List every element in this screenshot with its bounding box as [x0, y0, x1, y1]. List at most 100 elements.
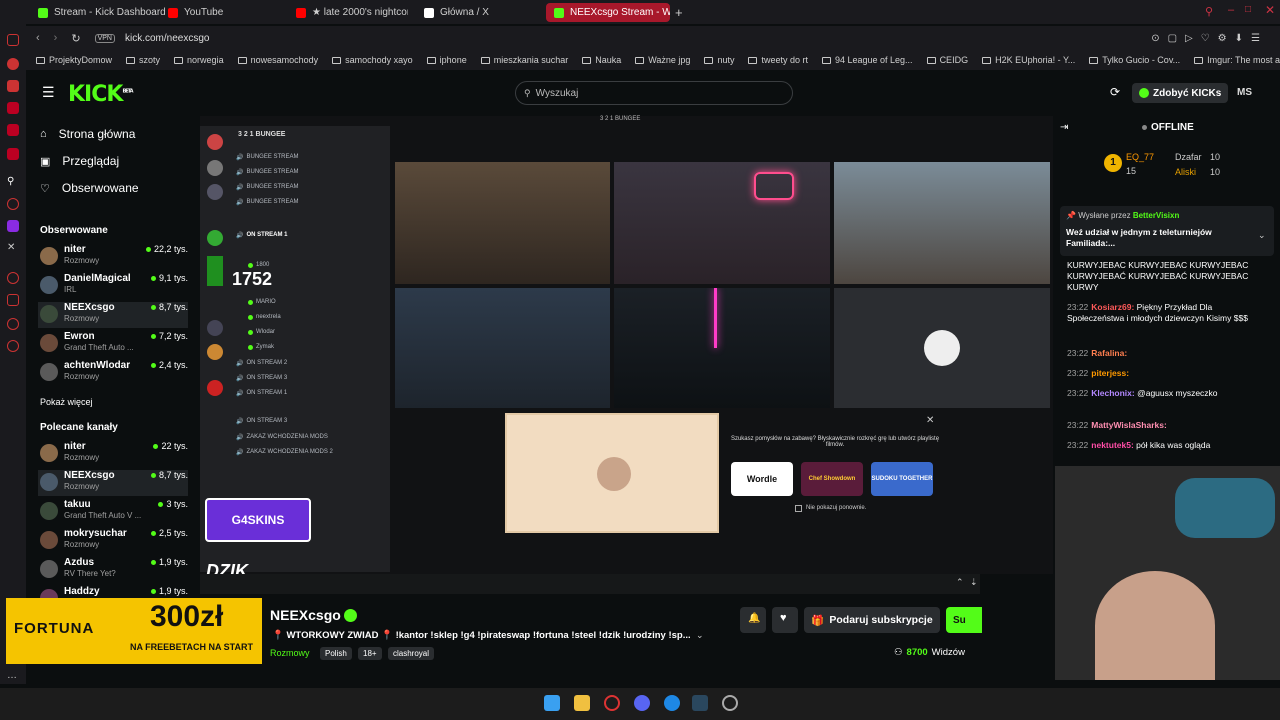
channel-item[interactable]: Azdus RV There Yet? 1,9 tys.	[38, 557, 188, 583]
rail-instagram-icon[interactable]	[7, 102, 19, 114]
rail-wallet-icon[interactable]	[7, 318, 19, 330]
channel-item[interactable]: takuu Grand Theft Auto V ... 3 tys.	[38, 499, 188, 525]
game-wordle[interactable]: Wordle	[731, 462, 793, 496]
close-icon[interactable]: ✕	[1265, 3, 1275, 17]
rail-aria-icon[interactable]	[7, 58, 19, 70]
channel-item[interactable]: DanielMagical IRL 9,1 tys.	[38, 273, 188, 299]
discord-icon[interactable]	[634, 695, 650, 711]
popup-close-icon[interactable]: ✕	[926, 415, 934, 426]
chat-username[interactable]: Rafalina:	[1091, 348, 1127, 358]
bookmark-item[interactable]: iphone	[426, 55, 467, 65]
bookmark-item[interactable]: Imgur: The most a...	[1194, 55, 1280, 65]
rail-messenger-icon[interactable]	[7, 80, 19, 92]
bookmark-item[interactable]: ProjektyDomow	[36, 55, 112, 65]
tab-youtube[interactable]: YouTube	[160, 3, 280, 22]
collapse-icon[interactable]: ⌃	[956, 577, 964, 588]
game-sudoku[interactable]: SUDOKU TOGETHER	[871, 462, 933, 496]
steam-icon[interactable]	[692, 695, 708, 711]
bookmark-item[interactable]: Nauka	[582, 55, 621, 65]
channel-item[interactable]: achtenWlodar Rozmowy 2,4 tys.	[38, 360, 188, 386]
tag-clashroyal[interactable]: clashroyal	[388, 647, 435, 660]
game-chef-showdown[interactable]: Chef Showdown	[801, 462, 863, 496]
rail-app-icon[interactable]	[7, 148, 19, 160]
streamer-name[interactable]: NEEXcsgo	[270, 607, 341, 623]
expand-title-icon[interactable]: ⌄	[696, 630, 704, 641]
rail-whatsapp-icon[interactable]	[7, 124, 19, 136]
nav-following[interactable]: ♡ Obserwowane	[40, 181, 139, 195]
nav-browse[interactable]: ▣ Przeglądaj	[40, 154, 119, 168]
notification-bell-button[interactable]: 🔔	[740, 607, 766, 633]
bookmark-item[interactable]: Tylko Gucio - Cov...	[1089, 55, 1180, 65]
expand-pinned-icon[interactable]: ⌄	[1258, 230, 1266, 241]
nav-home[interactable]: ⌂ Strona główna	[40, 127, 135, 141]
tag-polish[interactable]: Polish	[320, 647, 352, 660]
tab-neexcsgo[interactable]: NEEXcsgo Stream - W	[546, 3, 670, 22]
url-field[interactable]: kick.com/neexcsgo	[125, 33, 209, 44]
vpn-badge[interactable]: VPN	[94, 33, 115, 43]
user-avatar[interactable]: MS	[1237, 87, 1252, 98]
bookmark-item[interactable]: CEIDG	[926, 55, 968, 65]
chat-username[interactable]: nektutek5:	[1091, 440, 1136, 450]
minimize-icon[interactable]: –	[1228, 4, 1234, 16]
bookmark-item[interactable]: 94 League of Leg...	[821, 55, 913, 65]
hamburger-menu-icon[interactable]: ☰	[42, 84, 55, 101]
reload-icon[interactable]: ↻	[71, 32, 80, 45]
download-icon[interactable]: ⇣	[970, 577, 978, 588]
chat-username[interactable]: piterjess:	[1091, 368, 1129, 378]
dont-show-checkbox[interactable]: Nie pokazuj ponownie.	[795, 505, 866, 512]
bookmark-item[interactable]: mieszkania suchar	[480, 55, 568, 65]
bookmark-item[interactable]: szoty	[126, 55, 160, 65]
tab-nightcore[interactable]: ★ late 2000's nightcore	[288, 3, 408, 22]
bookmark-item[interactable]: samochody xayo	[332, 55, 413, 65]
tab-x[interactable]: Główna / X	[416, 3, 536, 22]
browser-toolbar-icons[interactable]: ⊙▢▷♡⚙⬇☰	[1151, 33, 1268, 44]
kick-logo[interactable]: KICKBETA	[68, 82, 134, 107]
channel-item[interactable]: NEEXcsgo Rozmowy 8,7 tys.	[38, 302, 188, 328]
rail-kick-icon[interactable]: ⚲	[7, 176, 19, 188]
channel-item[interactable]: niter Rozmowy 22,2 tys.	[38, 244, 188, 270]
channel-item[interactable]: niter Rozmowy 22 tys.	[38, 441, 188, 467]
rail-clock-icon[interactable]	[7, 272, 19, 284]
bookmark-item[interactable]: tweety do rt	[748, 55, 808, 65]
show-more-link[interactable]: Pokaż więcej	[40, 397, 93, 407]
start-icon[interactable]	[544, 695, 560, 711]
chat-username[interactable]: MattyWislaSharks:	[1091, 420, 1167, 430]
channel-item[interactable]: Ewron Grand Theft Auto ... 7,2 tys.	[38, 331, 188, 357]
rail-settings-icon[interactable]	[7, 340, 19, 352]
rail-box-icon[interactable]	[7, 294, 19, 306]
collapse-chat-icon[interactable]: ⇥	[1060, 122, 1068, 133]
bookmark-item[interactable]: H2K EUphoria! - Y...	[982, 55, 1075, 65]
chat-username[interactable]: Klechonix:	[1091, 388, 1137, 398]
bookmark-item[interactable]: nowesamochody	[237, 55, 318, 65]
rail-x-icon[interactable]: ✕	[7, 242, 19, 254]
rail-chatgpt-icon[interactable]	[7, 198, 19, 210]
channel-item[interactable]: mokrysuchar Rozmowy 2,5 tys.	[38, 528, 188, 554]
rail-twitch-icon[interactable]	[7, 220, 19, 232]
chat-username[interactable]: Kosiarz69:	[1091, 302, 1136, 312]
follow-heart-button[interactable]: ♥	[772, 607, 798, 633]
maximize-icon[interactable]: □	[1245, 4, 1251, 15]
opera-icon[interactable]	[604, 695, 620, 711]
bookmark-item[interactable]: norwegia	[174, 55, 224, 65]
get-kicks-button[interactable]: Zdobyć KICKs	[1132, 83, 1229, 103]
obs-icon[interactable]	[722, 695, 738, 711]
rail-reload-icon[interactable]	[7, 34, 19, 46]
messenger-icon[interactable]	[664, 695, 680, 711]
back-icon[interactable]: ‹	[36, 32, 40, 44]
notifications-icon[interactable]: ⟳	[1110, 85, 1120, 99]
tab-kick-dashboard[interactable]: Stream - Kick Dashboard	[30, 3, 170, 22]
channel-item[interactable]: NEEXcsgo Rozmowy 8,7 tys.	[38, 470, 188, 496]
subscribe-button[interactable]: Su	[946, 607, 982, 633]
bookmark-item[interactable]: Ważne jpg	[635, 55, 690, 65]
file-explorer-icon[interactable]	[574, 695, 590, 711]
tag-18plus[interactable]: 18+	[358, 647, 382, 660]
search-tabs-icon[interactable]: ⚲	[1205, 5, 1213, 18]
category-link[interactable]: Rozmowy	[270, 648, 310, 658]
bookmark-item[interactable]: nuty	[704, 55, 734, 65]
new-tab-button[interactable]: +	[675, 5, 683, 20]
pinned-message[interactable]: 📌 Wysłane przez BetterVisixn Weź udział …	[1060, 206, 1274, 256]
gift-sub-button[interactable]: 🎁 Podaruj subskrypcje	[804, 607, 940, 633]
forward-icon[interactable]: ›	[54, 32, 58, 44]
rail-more-icon[interactable]: …	[7, 670, 19, 682]
search-input[interactable]: ⚲ Wyszukaj	[515, 81, 793, 105]
